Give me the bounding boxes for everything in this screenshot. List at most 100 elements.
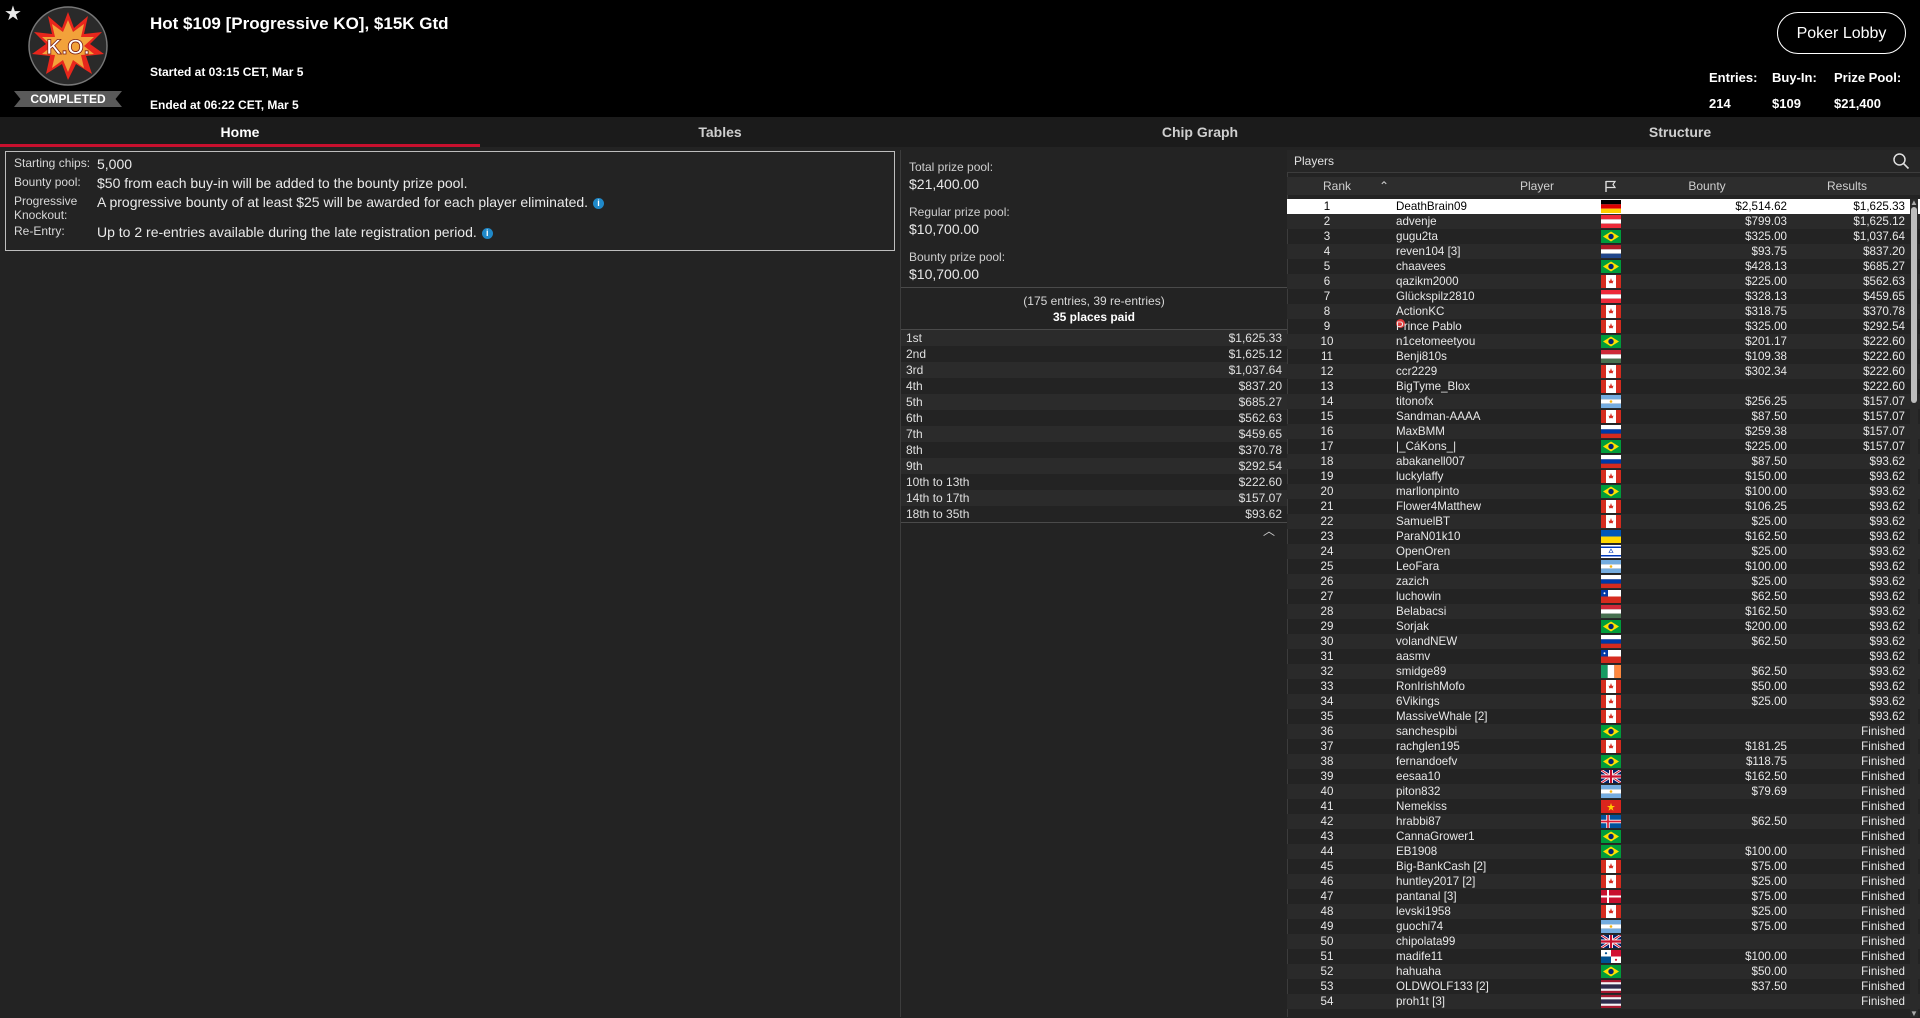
player-row[interactable]: 40 piton832 $79.69 Finished <box>1287 784 1920 799</box>
stat-value: $109 <box>1772 96 1801 111</box>
player-row[interactable]: 5 chaavees $428.13 $685.27 <box>1287 259 1920 274</box>
player-row[interactable]: 39 eesaa10 $162.50 Finished <box>1287 769 1920 784</box>
tab-tables[interactable]: Tables <box>480 117 960 147</box>
player-row[interactable]: 38 fernandoefv $118.75 Finished <box>1287 754 1920 769</box>
player-row[interactable]: 16 MaxBMM $259.38 $157.07 <box>1287 424 1920 439</box>
col-rank[interactable]: Rank <box>1317 179 1357 193</box>
col-player[interactable]: Player <box>1487 179 1587 193</box>
collapse-icon[interactable]: ︿ <box>1263 522 1275 539</box>
player-row[interactable]: 19 luckylaffy $150.00 $93.62 <box>1287 469 1920 484</box>
player-row[interactable]: 13 BigTyme_Blox $222.60 <box>1287 379 1920 394</box>
player-name-text: EB1908 <box>1396 845 1438 858</box>
player-row[interactable]: 25 LeoFara $100.00 $93.62 <box>1287 559 1920 574</box>
flag-icon <box>1601 890 1621 903</box>
player-row[interactable]: 49 guochi74 $75.00 Finished <box>1287 919 1920 934</box>
player-row[interactable]: 23 ParaN01k10 $162.50 $93.62 <box>1287 529 1920 544</box>
player-name-text: Glückspilz2810 <box>1396 290 1475 303</box>
player-result: $93.62 <box>1869 455 1905 468</box>
player-name-text: titonofx <box>1396 395 1434 408</box>
player-result: Finished <box>1861 755 1905 768</box>
flag-icon <box>1601 380 1621 393</box>
player-rank: 18 <box>1320 455 1334 468</box>
tab-chip-graph[interactable]: Chip Graph <box>960 117 1440 147</box>
player-name-text: RonIrishMofo <box>1396 680 1465 693</box>
col-results[interactable]: Results <box>1807 179 1887 193</box>
payout-row: 14th to 17th $157.07 <box>901 490 1287 506</box>
flag-icon <box>1601 860 1621 873</box>
player-row[interactable]: 22 SamuelBT $25.00 $93.62 <box>1287 514 1920 529</box>
player-row[interactable]: 45 Big-BankCash [2] $75.00 Finished <box>1287 859 1920 874</box>
player-row[interactable]: 18 abakanell007 $87.50 $93.62 <box>1287 454 1920 469</box>
player-row[interactable]: 14 titonofx $256.25 $157.07 <box>1287 394 1920 409</box>
player-name-text: Big-BankCash [2] <box>1396 860 1487 873</box>
player-row[interactable]: 6 qazikm2000 $225.00 $562.63 <box>1287 274 1920 289</box>
player-result: $93.62 <box>1869 575 1905 588</box>
player-row[interactable]: 15 Sandman-AAAA $87.50 $157.07 <box>1287 409 1920 424</box>
player-row[interactable]: 37 rachglen195 $181.25 Finished <box>1287 739 1920 754</box>
player-row[interactable]: 53 OLDWOLF133 [2] $37.50 Finished <box>1287 979 1920 994</box>
player-result: $93.62 <box>1869 695 1905 708</box>
player-rank: 15 <box>1320 410 1334 423</box>
player-result: Finished <box>1861 905 1905 918</box>
flag-icon <box>1601 830 1621 843</box>
search-icon[interactable] <box>1892 152 1910 170</box>
ko-logo-text: K.O. <box>46 36 89 59</box>
player-row[interactable]: 41 Nemekiss Finished <box>1287 799 1920 814</box>
player-row[interactable]: 3 gugu2ta $325.00 $1,037.64 <box>1287 229 1920 244</box>
scroll-thumb[interactable] <box>1911 207 1917 403</box>
payout-amount: $370.78 <box>1238 443 1282 457</box>
player-row[interactable]: 35 MassiveWhale [2] $93.62 <box>1287 709 1920 724</box>
player-row[interactable]: 2 advenje $799.03 $1,625.12 <box>1287 214 1920 229</box>
prize-pool-panel: Total prize pool: $21,400.00 Regular pri… <box>900 150 1288 1017</box>
info-value: 5,000 <box>97 156 133 172</box>
player-row[interactable]: 8 ActionKC $318.75 $370.78 <box>1287 304 1920 319</box>
player-row[interactable]: 27 luchowin $62.50 $93.62 <box>1287 589 1920 604</box>
info-icon[interactable]: i <box>481 227 493 239</box>
player-row[interactable]: 12 ccr2229 $302.34 $222.60 <box>1287 364 1920 379</box>
player-row[interactable]: 33 RonIrishMofo $50.00 $93.62 <box>1287 679 1920 694</box>
poker-lobby-button[interactable]: Poker Lobby <box>1777 12 1906 54</box>
player-row[interactable]: 10 n1cetomeetyou $201.17 $222.60 <box>1287 334 1920 349</box>
player-row[interactable]: 17 |_CáKons_| $225.00 $157.07 <box>1287 439 1920 454</box>
flag-icon <box>1601 545 1621 558</box>
player-row[interactable]: 7 Glückspilz2810 $328.13 $459.65 <box>1287 289 1920 304</box>
player-rank: 14 <box>1320 395 1334 408</box>
player-row[interactable]: 50 chipolata99 Finished <box>1287 934 1920 949</box>
player-result: Finished <box>1861 815 1905 828</box>
sort-up-icon[interactable]: ⌃ <box>1379 179 1389 193</box>
player-row[interactable]: 24 OpenOren $25.00 $93.62 <box>1287 544 1920 559</box>
player-row[interactable]: 54 proh1t [3] Finished <box>1287 994 1920 1009</box>
scrollbar[interactable]: ▲ ▼ <box>1910 198 1918 1018</box>
player-row[interactable]: 46 huntley2017 [2] $25.00 Finished <box>1287 874 1920 889</box>
scroll-up-icon[interactable]: ▲ <box>1910 198 1918 207</box>
player-row[interactable]: 9 Prince Pablo $325.00 $292.54 <box>1287 319 1920 334</box>
col-bounty[interactable]: Bounty <box>1657 179 1757 193</box>
player-name-text: Sorjak <box>1396 620 1429 633</box>
player-row[interactable]: 34 6Vikings $25.00 $93.62 <box>1287 694 1920 709</box>
player-row[interactable]: 4 reven104 [3] $93.75 $837.20 <box>1287 244 1920 259</box>
player-row[interactable]: 48 levski1958 $25.00 Finished <box>1287 904 1920 919</box>
player-row[interactable]: 20 marllonpinto $100.00 $93.62 <box>1287 484 1920 499</box>
player-row[interactable]: 47 pantanal [3] $75.00 Finished <box>1287 889 1920 904</box>
player-row[interactable]: 42 hrabbi87 $62.50 Finished <box>1287 814 1920 829</box>
player-row[interactable]: 44 EB1908 $100.00 Finished <box>1287 844 1920 859</box>
player-row[interactable]: 21 Flower4Matthew $106.25 $93.62 <box>1287 499 1920 514</box>
player-row[interactable]: 28 Belabacsi $162.50 $93.62 <box>1287 604 1920 619</box>
player-row[interactable]: 43 CannaGrower1 Finished <box>1287 829 1920 844</box>
info-icon[interactable]: i <box>593 197 605 209</box>
player-row[interactable]: 1 DeathBrain09 $2,514.62 $1,625.33 <box>1287 199 1920 214</box>
player-row[interactable]: 32 smidge89 $62.50 $93.62 <box>1287 664 1920 679</box>
player-row[interactable]: 29 Sorjak $200.00 $93.62 <box>1287 619 1920 634</box>
player-rank: 19 <box>1320 470 1334 483</box>
flag-column-icon[interactable] <box>1604 180 1618 193</box>
player-row[interactable]: 30 volandNEW $62.50 $93.62 <box>1287 634 1920 649</box>
player-row[interactable]: 26 zazich $25.00 $93.62 <box>1287 574 1920 589</box>
star-icon[interactable]: ★ <box>4 1 22 26</box>
player-row[interactable]: 36 sanchespibi Finished <box>1287 724 1920 739</box>
tab-structure[interactable]: Structure <box>1440 117 1920 147</box>
tab-home[interactable]: Home <box>0 117 480 147</box>
player-row[interactable]: 51 madife11 $100.00 Finished <box>1287 949 1920 964</box>
player-row[interactable]: 52 hahuaha $50.00 Finished <box>1287 964 1920 979</box>
player-row[interactable]: 31 aasmv $93.62 <box>1287 649 1920 664</box>
player-row[interactable]: 11 Benji810s $109.38 $222.60 <box>1287 349 1920 364</box>
